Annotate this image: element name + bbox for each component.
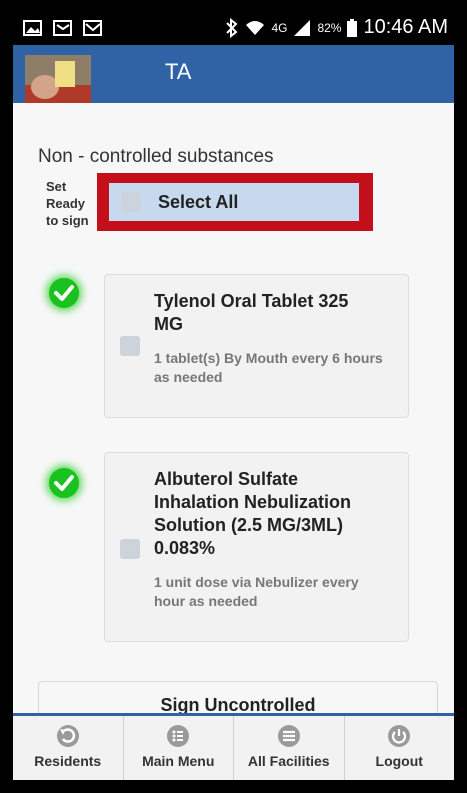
nav-all-facilities[interactable]: All Facilities bbox=[234, 716, 345, 780]
nav-logout[interactable]: Logout bbox=[345, 716, 455, 780]
signal-icon bbox=[294, 19, 311, 36]
verified-check-icon bbox=[49, 278, 79, 308]
section-title: Non - controlled substances bbox=[38, 146, 274, 167]
back-arrow-icon bbox=[56, 725, 79, 747]
medication-card[interactable]: Albuterol Sulfate Inhalation Nebulizatio… bbox=[104, 452, 409, 642]
mail-notification-icon bbox=[83, 20, 102, 36]
phone-screen: 4G 82% 10:46 AM TA Non - controlled subs… bbox=[13, 13, 454, 780]
status-notifications bbox=[23, 19, 103, 37]
medication-directions: 1 tablet(s) By Mouth every 6 hours as ne… bbox=[154, 350, 383, 385]
bottom-nav: Residents Main Menu All Facilities Logou… bbox=[13, 713, 454, 780]
verified-check-icon bbox=[49, 468, 79, 498]
nav-label: Logout bbox=[375, 753, 423, 769]
wifi-icon bbox=[246, 20, 265, 35]
status-time: 10:46 AM bbox=[363, 16, 448, 38]
medication-name: Tylenol Oral Tablet 325 MG bbox=[154, 291, 349, 334]
select-all-checkbox[interactable] bbox=[121, 192, 141, 212]
image-notification-icon bbox=[23, 20, 42, 36]
battery-percent: 82% bbox=[317, 20, 342, 35]
battery-icon bbox=[347, 18, 358, 37]
nav-residents[interactable]: Residents bbox=[13, 716, 124, 780]
medication-checkbox[interactable] bbox=[120, 336, 140, 356]
nav-label: All Facilities bbox=[247, 753, 330, 769]
menu-lines-icon bbox=[277, 725, 300, 747]
main-content: Non - controlled substances Set Ready to… bbox=[13, 103, 454, 731]
nav-label: Residents bbox=[34, 753, 102, 769]
medication-name: Albuterol Sulfate Inhalation Nebulizatio… bbox=[154, 469, 351, 558]
app-header: TA bbox=[13, 45, 454, 103]
nav-label: Main Menu bbox=[142, 753, 215, 769]
medication-directions: 1 unit dose via Nebulizer every hour as … bbox=[154, 574, 359, 609]
set-ready-label: Set Ready to sign bbox=[46, 179, 89, 228]
status-indicators: 4G 82% 10:46 AM bbox=[225, 16, 448, 39]
network-type: 4G bbox=[271, 20, 288, 35]
medication-checkbox[interactable] bbox=[120, 539, 140, 559]
nav-main-menu[interactable]: Main Menu bbox=[124, 716, 234, 780]
bluetooth-icon bbox=[226, 17, 238, 38]
avatar[interactable] bbox=[25, 55, 91, 103]
medication-card[interactable]: Tylenol Oral Tablet 325 MG 1 tablet(s) B… bbox=[104, 274, 409, 418]
power-icon bbox=[388, 725, 411, 747]
status-bar: 4G 82% 10:46 AM bbox=[13, 13, 454, 45]
select-all-row[interactable]: Select All bbox=[109, 183, 359, 221]
avatar-photo bbox=[25, 55, 91, 103]
message-notification-icon bbox=[53, 20, 72, 36]
select-all-label: Select All bbox=[158, 192, 239, 212]
list-icon bbox=[167, 725, 190, 747]
select-all-highlight: Select All bbox=[97, 173, 373, 231]
app-title: TA bbox=[165, 59, 192, 84]
